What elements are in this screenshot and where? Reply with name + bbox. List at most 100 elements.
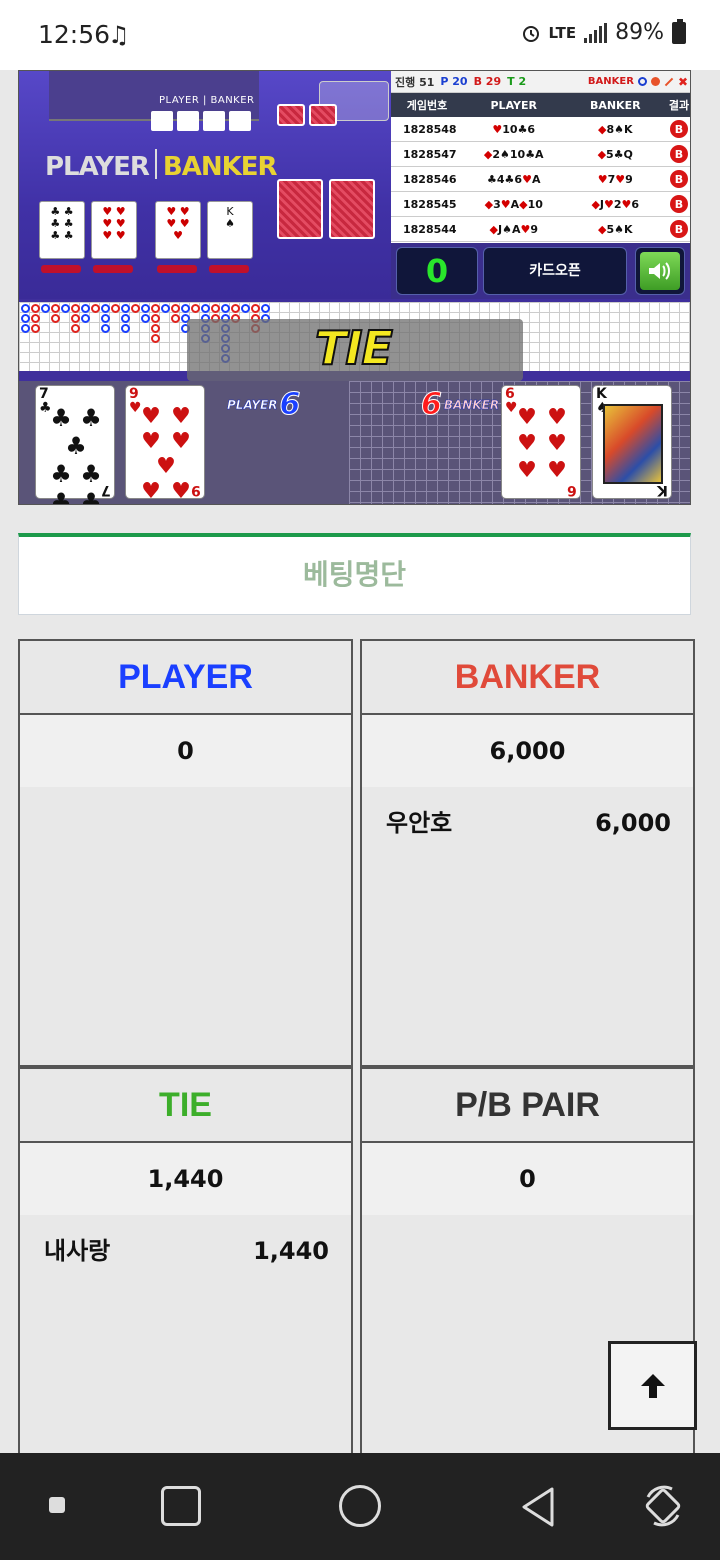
- road-bead: [71, 324, 80, 333]
- result-row: 1828548 ♥10♣6 ◆8♠K B: [391, 117, 690, 142]
- banker-hand: ◆5♠K: [597, 222, 633, 236]
- player-hand: ◆2♠10♣A: [483, 147, 544, 161]
- result-badge: B: [670, 170, 688, 188]
- table-card: ♥ ♥ ♥ ♥ ♥: [155, 201, 201, 259]
- col-player: PLAYER: [490, 98, 537, 112]
- table-player-label: PLAYER: [45, 152, 150, 182]
- scroll-to-top-button[interactable]: [608, 1341, 697, 1430]
- game-video: PLAYER | BANKER PLAYER BANKER ♣ ♣ ♣ ♣ ♣ ♣ ♥…: [18, 70, 691, 505]
- music-note-icon: ♫: [108, 21, 130, 49]
- tie-bet-box: TIE 1,440 내사랑 1,440: [18, 1067, 353, 1467]
- road-bead: [101, 314, 110, 323]
- road-bead: [101, 324, 110, 333]
- navigation-bar: [0, 1453, 720, 1560]
- card-open-button[interactable]: 카드오픈: [483, 247, 627, 295]
- player-count: P 20: [440, 75, 468, 88]
- results-rows: 1828548 ♥10♣6 ◆8♠K B 1828547 ◆2♠10♣A ◆5♣Q B 1828…: [391, 117, 690, 242]
- player-score-value: 6: [279, 387, 301, 423]
- progress-count: 진행 51: [395, 75, 435, 89]
- card-result-strip: 7♣ ♣♣♣♣♣♣♣ 7 9♥ ♥♥♥♥♥♥♥♥♥ 9 PLAYER 6 6 B…: [19, 381, 690, 504]
- road-bead: [141, 314, 150, 323]
- tie-bet-header: TIE: [20, 1069, 351, 1143]
- banker-count: B 29: [473, 75, 502, 88]
- road-bead: [101, 304, 110, 313]
- road-bead: [161, 304, 170, 313]
- alarm-icon: [522, 25, 539, 42]
- road-bead: [181, 304, 190, 313]
- road-bead: [241, 304, 250, 313]
- tie-bet-total: 1,440: [20, 1143, 351, 1215]
- road-bead: [121, 324, 130, 333]
- table-card: K ♠: [207, 201, 253, 259]
- road-bead: [21, 324, 30, 333]
- results-header: 게임번호 PLAYER BANKER 결과: [391, 93, 690, 117]
- road-bead: [151, 304, 160, 313]
- road-bead: [91, 304, 100, 313]
- king-portrait-icon: [603, 404, 663, 484]
- player-hand: ◆J♠A♥9: [489, 222, 538, 236]
- tie-count: T 2: [507, 75, 527, 88]
- player-score-label: PLAYER: [227, 397, 278, 412]
- road-bead: [201, 304, 210, 313]
- road-bead: [151, 334, 160, 343]
- status-bar: 12:56 ♫ LTE 89%: [0, 0, 720, 70]
- road-bead: [151, 324, 160, 333]
- recent-apps-icon[interactable]: [161, 1486, 201, 1526]
- mini-cards: [151, 111, 251, 131]
- road-bead: [81, 314, 90, 323]
- back-icon[interactable]: [518, 1485, 558, 1529]
- banker-bet-box: BANKER 6,000 우안호 6,000: [360, 639, 695, 1067]
- road-bead: [121, 314, 130, 323]
- x-icon: ✖: [677, 74, 688, 89]
- bet-amount: 1,440: [253, 1237, 329, 1265]
- road-bead: [51, 314, 60, 323]
- road-bead: [171, 304, 180, 313]
- discard-card: [277, 104, 305, 126]
- results-summary: 진행 51 P 20 B 29 T 2 BANKER ✖: [391, 71, 690, 93]
- slash-icon: [664, 77, 674, 86]
- signal-icon: [584, 22, 608, 43]
- col-game-number: 게임번호: [406, 99, 448, 112]
- road-legend: BANKER ✖: [588, 75, 688, 89]
- battery-percent: 89%: [615, 20, 664, 45]
- banker-card-2: K♠ K: [592, 385, 672, 499]
- bettor-name: 우안호: [386, 809, 453, 837]
- rotate-icon[interactable]: [640, 1483, 686, 1529]
- road-bead: [211, 304, 220, 313]
- player-bet-box: PLAYER 0: [18, 639, 353, 1067]
- road-bead: [141, 304, 150, 313]
- road-bead: [111, 304, 120, 313]
- result-row: 1828547 ◆2♠10♣A ◆5♣Q B: [391, 142, 690, 167]
- table-label: PLAYER BANKER: [45, 149, 278, 182]
- road-bead: [31, 314, 40, 323]
- road-bead: [251, 304, 260, 313]
- game-number: 1828548: [403, 122, 457, 136]
- dealer-table: PLAYER | BANKER PLAYER BANKER ♣ ♣ ♣ ♣ ♣ ♣ ♥…: [19, 71, 391, 299]
- road-bead: [221, 304, 230, 313]
- table-card: ♣ ♣ ♣ ♣ ♣ ♣: [39, 201, 85, 259]
- discard-card: [309, 104, 337, 126]
- road-bead: [61, 304, 70, 313]
- home-icon[interactable]: [339, 1485, 381, 1527]
- arrow-up-icon: [640, 1373, 665, 1398]
- bet-entry: 우안호 6,000: [362, 787, 693, 859]
- banker-hand: ♥7♥9: [597, 172, 633, 186]
- game-number: 1828544: [403, 222, 457, 236]
- road-bead: [151, 314, 160, 323]
- banker-score: 6 BANKER: [421, 387, 500, 423]
- result-badge: B: [670, 220, 688, 238]
- lte-indicator: LTE: [548, 23, 577, 42]
- game-number: 1828545: [403, 197, 457, 211]
- road-bead: [81, 304, 90, 313]
- dot-icon[interactable]: [49, 1497, 65, 1513]
- game-number: 1828546: [403, 172, 457, 186]
- betting-list-title: 베팅명단: [18, 533, 691, 615]
- player-hand: ♣4♣6♥A: [487, 172, 541, 186]
- bettor-name: 내사랑: [44, 1237, 111, 1265]
- banker-bet-total: 6,000: [362, 715, 693, 787]
- legend-banker-label: BANKER: [587, 76, 634, 87]
- banker-hand: ◆8♠K: [597, 122, 633, 136]
- countdown-timer: 0: [396, 247, 478, 295]
- banker-hand: ◆5♣Q: [597, 147, 633, 161]
- sound-toggle-button[interactable]: [635, 247, 685, 295]
